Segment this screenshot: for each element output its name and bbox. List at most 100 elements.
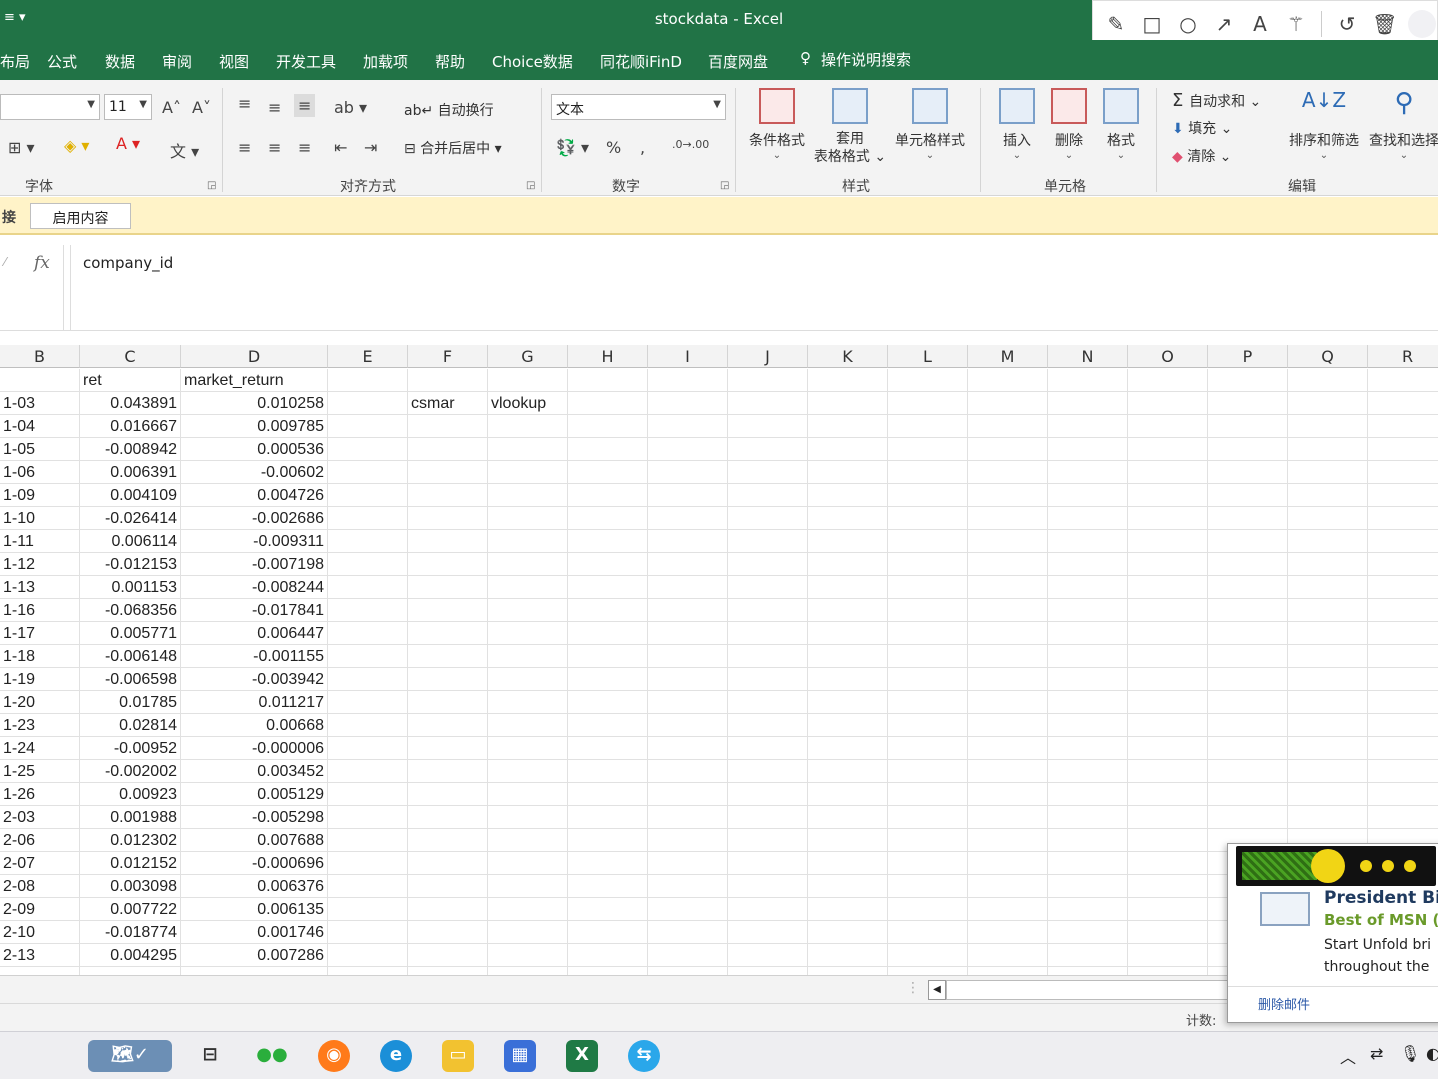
cell-n27[interactable] (1048, 967, 1128, 975)
text-icon[interactable]: A (1249, 12, 1271, 36)
cell-i18[interactable] (648, 760, 728, 783)
cell-r1[interactable] (1368, 369, 1438, 392)
cell-p1[interactable] (1208, 369, 1288, 392)
cell-h25[interactable] (568, 921, 648, 944)
cell-c7[interactable]: -0.026414 (80, 507, 181, 530)
cell-l20[interactable] (888, 806, 968, 829)
column-header-e[interactable]: E (328, 345, 408, 368)
cell-l22[interactable] (888, 852, 968, 875)
cell-c14[interactable]: -0.006598 (80, 668, 181, 691)
cell-styles-button[interactable]: 单元格样式 ⌄ (892, 88, 968, 161)
cell-f10[interactable] (408, 576, 488, 599)
cell-n8[interactable] (1048, 530, 1128, 553)
cell-h13[interactable] (568, 645, 648, 668)
microphone-icon[interactable]: 🎙 (1400, 1044, 1420, 1063)
cell-b24[interactable]: 2-09 (0, 898, 80, 921)
cell-r17[interactable] (1368, 737, 1438, 760)
cell-o19[interactable] (1128, 783, 1208, 806)
cell-o10[interactable] (1128, 576, 1208, 599)
cell-k1[interactable] (808, 369, 888, 392)
cell-g6[interactable] (488, 484, 568, 507)
cell-i3[interactable] (648, 415, 728, 438)
cell-l16[interactable] (888, 714, 968, 737)
fill-color-icon[interactable]: ◈ ▾ (64, 136, 89, 155)
cell-o21[interactable] (1128, 829, 1208, 852)
align-left-icon[interactable]: ≡ (238, 138, 251, 157)
cell-n14[interactable] (1048, 668, 1128, 691)
cell-j20[interactable] (728, 806, 808, 829)
cell-c25[interactable]: -0.018774 (80, 921, 181, 944)
cell-d9[interactable]: -0.007198 (181, 553, 328, 576)
cell-c8[interactable]: 0.006114 (80, 530, 181, 553)
cell-n4[interactable] (1048, 438, 1128, 461)
trash-icon[interactable]: 🗑 (1372, 12, 1397, 36)
cell-h11[interactable] (568, 599, 648, 622)
cell-k26[interactable] (808, 944, 888, 967)
cell-d24[interactable]: 0.006135 (181, 898, 328, 921)
cell-q5[interactable] (1288, 461, 1368, 484)
cell-e2[interactable] (328, 392, 408, 415)
cell-o1[interactable] (1128, 369, 1208, 392)
cell-q20[interactable] (1288, 806, 1368, 829)
cell-p2[interactable] (1208, 392, 1288, 415)
cell-p17[interactable] (1208, 737, 1288, 760)
cell-k23[interactable] (808, 875, 888, 898)
column-header-p[interactable]: P (1208, 345, 1288, 368)
cell-h10[interactable] (568, 576, 648, 599)
cell-c4[interactable]: -0.008942 (80, 438, 181, 461)
cell-q8[interactable] (1288, 530, 1368, 553)
cell-o4[interactable] (1128, 438, 1208, 461)
cell-n7[interactable] (1048, 507, 1128, 530)
cell-j1[interactable] (728, 369, 808, 392)
cell-q4[interactable] (1288, 438, 1368, 461)
cell-o26[interactable] (1128, 944, 1208, 967)
cell-j25[interactable] (728, 921, 808, 944)
cell-c11[interactable]: -0.068356 (80, 599, 181, 622)
cell-l18[interactable] (888, 760, 968, 783)
cell-o3[interactable] (1128, 415, 1208, 438)
cell-c23[interactable]: 0.003098 (80, 875, 181, 898)
cell-n23[interactable] (1048, 875, 1128, 898)
cell-q18[interactable] (1288, 760, 1368, 783)
cell-i15[interactable] (648, 691, 728, 714)
cell-f12[interactable] (408, 622, 488, 645)
cell-j18[interactable] (728, 760, 808, 783)
cell-k20[interactable] (808, 806, 888, 829)
cell-k25[interactable] (808, 921, 888, 944)
cell-n16[interactable] (1048, 714, 1128, 737)
cell-f5[interactable] (408, 461, 488, 484)
cell-r19[interactable] (1368, 783, 1438, 806)
increase-decimal-icon[interactable]: .0→.00 (672, 138, 709, 151)
cell-q10[interactable] (1288, 576, 1368, 599)
cell-c18[interactable]: -0.002002 (80, 760, 181, 783)
cell-p16[interactable] (1208, 714, 1288, 737)
cell-c27[interactable] (80, 967, 181, 975)
number-format-combo[interactable]: 文本 ▼ (551, 94, 726, 120)
cell-f11[interactable] (408, 599, 488, 622)
cell-d20[interactable]: -0.005298 (181, 806, 328, 829)
cell-k15[interactable] (808, 691, 888, 714)
cell-g16[interactable] (488, 714, 568, 737)
cell-f21[interactable] (408, 829, 488, 852)
column-header-h[interactable]: H (568, 345, 648, 368)
cell-o25[interactable] (1128, 921, 1208, 944)
cell-o27[interactable] (1128, 967, 1208, 975)
cell-e24[interactable] (328, 898, 408, 921)
cell-e9[interactable] (328, 553, 408, 576)
cell-i23[interactable] (648, 875, 728, 898)
column-header-n[interactable]: N (1048, 345, 1128, 368)
cell-o11[interactable] (1128, 599, 1208, 622)
find-select-button[interactable]: ⚲ 查找和选择 ⌄ (1364, 88, 1438, 161)
cell-g19[interactable] (488, 783, 568, 806)
cell-h9[interactable] (568, 553, 648, 576)
undo-icon[interactable]: ↺ (1336, 12, 1358, 36)
cell-l25[interactable] (888, 921, 968, 944)
cell-f2[interactable]: csmar (408, 392, 488, 415)
cell-c1[interactable]: ret (80, 369, 181, 392)
cell-d11[interactable]: -0.017841 (181, 599, 328, 622)
cell-l23[interactable] (888, 875, 968, 898)
cell-m18[interactable] (968, 760, 1048, 783)
cell-k3[interactable] (808, 415, 888, 438)
firefox-icon[interactable]: ◉ (318, 1040, 350, 1072)
cell-k22[interactable] (808, 852, 888, 875)
